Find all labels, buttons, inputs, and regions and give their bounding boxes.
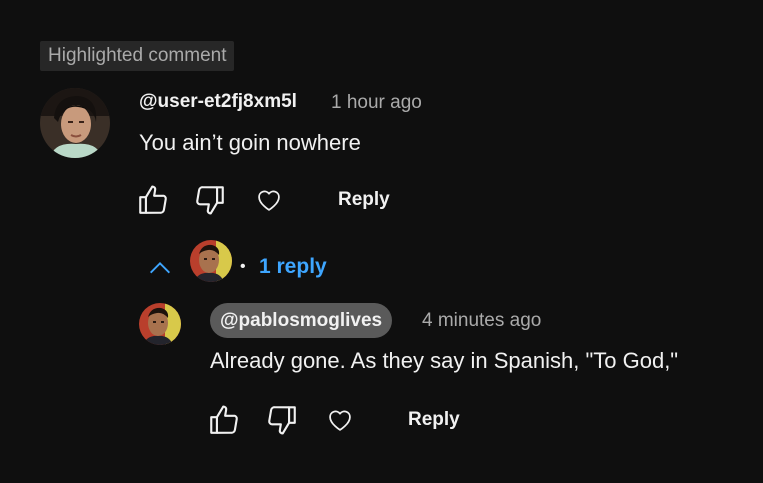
thumb-up-icon <box>210 405 238 434</box>
replies-toggle[interactable] <box>146 254 174 282</box>
heart-button[interactable] <box>251 182 287 218</box>
comment-timestamp[interactable]: 1 hour ago <box>331 92 422 114</box>
replier-avatar[interactable] <box>139 303 181 345</box>
comment-author[interactable]: @user-et2fj8xm5l <box>139 91 297 113</box>
replier-avatar-small <box>190 240 232 282</box>
reply-button[interactable]: Reply <box>338 189 390 211</box>
reply-timestamp[interactable]: 4 minutes ago <box>422 310 541 332</box>
reply-like-button[interactable] <box>206 402 242 438</box>
comment-text: You ain’t goin nowhere <box>139 130 361 155</box>
highlighted-comment-label: Highlighted comment <box>40 41 235 71</box>
heart-icon <box>329 410 351 431</box>
dislike-button[interactable] <box>192 182 228 218</box>
heart-icon <box>258 190 280 211</box>
commenter-avatar[interactable] <box>40 88 110 158</box>
reply-dislike-button[interactable] <box>264 402 300 438</box>
thumb-down-icon <box>268 406 296 435</box>
reply-heart-button[interactable] <box>322 402 358 438</box>
reply-text: Already gone. As they say in Spanish, "T… <box>210 348 679 373</box>
thumb-down-icon <box>196 186 224 215</box>
reply-author-chip[interactable]: @pablosmoglives <box>210 303 393 338</box>
reply-reply-button[interactable]: Reply <box>408 409 460 431</box>
thumb-up-icon <box>139 185 167 214</box>
chevron-up-icon <box>150 262 170 274</box>
separator-dot: • <box>240 258 246 275</box>
like-button[interactable] <box>135 182 171 218</box>
replies-count[interactable]: 1 reply <box>259 255 327 279</box>
